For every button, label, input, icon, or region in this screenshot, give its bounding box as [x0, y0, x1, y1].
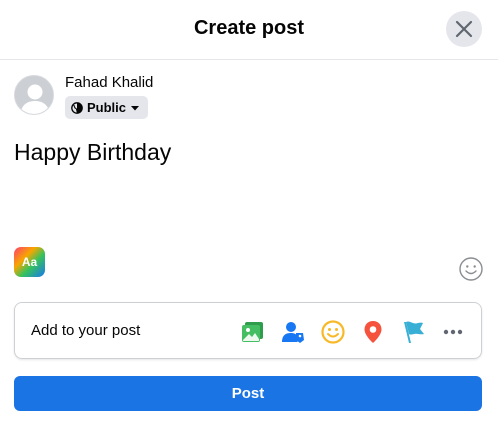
background-picker-label: Aa [21, 255, 38, 269]
globe-icon [71, 101, 83, 114]
create-post-dialog: Create post Fahad Khalid Public Happy Bi… [0, 0, 498, 428]
check-in-icon [364, 321, 382, 343]
post-text-area[interactable]: Happy Birthday [14, 139, 171, 166]
life-event-button[interactable] [400, 319, 426, 345]
feeling-icon [321, 320, 345, 344]
photo-video-icon [242, 322, 263, 342]
default-avatar-icon [15, 76, 53, 114]
post-author: Fahad Khalid Public [14, 74, 314, 120]
smiley-icon [459, 257, 483, 281]
photo-video-button[interactable] [240, 319, 266, 345]
dialog-title: Create post [193, 17, 305, 39]
close-button[interactable] [446, 11, 482, 47]
tag-people-icon [282, 322, 304, 343]
close-icon [455, 20, 473, 38]
post-button[interactable]: Post [14, 376, 482, 411]
add-to-post-label: Add to your post [31, 322, 141, 339]
avatar[interactable] [14, 75, 54, 115]
caret-down-icon [131, 105, 140, 110]
more-icon [443, 329, 463, 335]
flag-icon [404, 321, 424, 343]
dialog-header: Create post [0, 0, 498, 60]
feeling-activity-button[interactable] [320, 319, 346, 345]
audience-selector[interactable]: Public [65, 96, 149, 119]
audience-label: Public [87, 100, 127, 115]
more-options-button[interactable] [440, 319, 466, 345]
add-to-post-bar: Add to your post [14, 302, 482, 359]
background-picker-button[interactable]: Aa [14, 247, 45, 277]
tag-people-button[interactable] [280, 319, 306, 345]
check-in-button[interactable] [360, 319, 386, 345]
author-name: Fahad Khalid [65, 74, 154, 91]
emoji-button[interactable] [458, 256, 484, 282]
